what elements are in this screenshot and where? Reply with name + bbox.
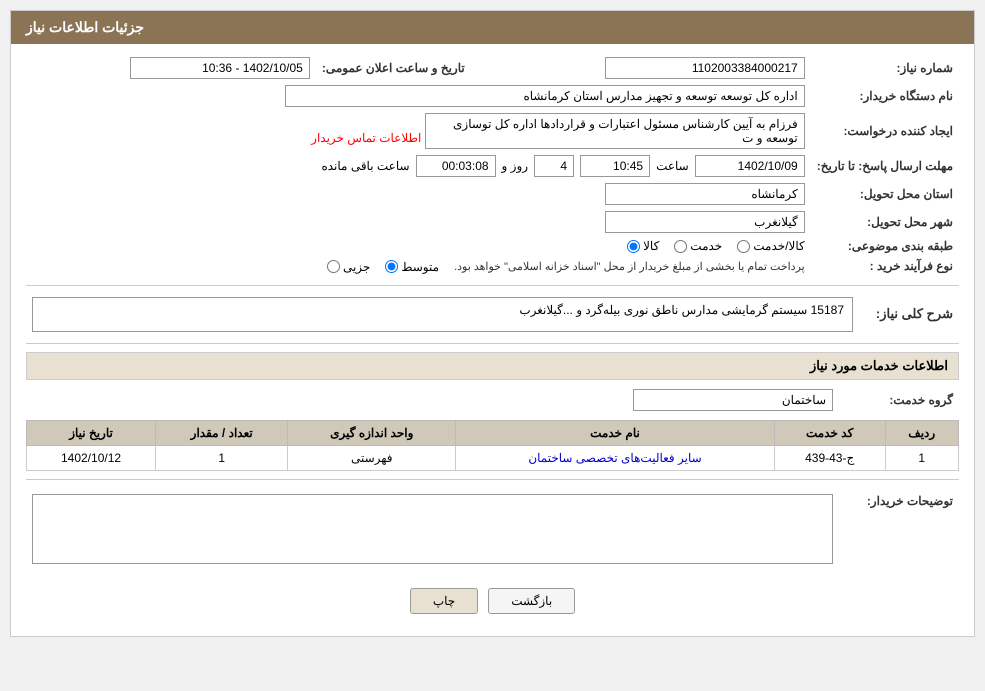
info-table: شماره نیاز: 1102003384000217 تاریخ و ساع…: [26, 54, 959, 277]
category-radio-khedmat[interactable]: خدمت: [674, 239, 722, 253]
creator-link[interactable]: اطلاعات تماس خریدار: [311, 131, 421, 145]
buyer-org-label: نام دستگاه خریدار:: [811, 82, 959, 110]
col-header-date: تاریخ نیاز: [27, 420, 156, 445]
city-label: شهر محل تحویل:: [811, 208, 959, 236]
main-container: جزئیات اطلاعات نیاز شماره نیاز: 11020033…: [10, 10, 975, 637]
response-time-label-static: ساعت: [656, 159, 689, 173]
response-days-field: 4: [534, 155, 574, 177]
need-number-value: 1102003384000217: [491, 54, 811, 82]
category-radio-kala[interactable]: کالا: [627, 239, 659, 253]
col-header-service-name: نام خدمت: [456, 420, 775, 445]
response-deadline-row: 1402/10/09 ساعت 10:45 4 روز و 00:03:08 س…: [26, 152, 811, 180]
table-cell-1: ج-43-439: [774, 445, 885, 470]
table-row: 1ج-43-439سایر فعالیت‌های تخصصی ساختمانفه…: [27, 445, 959, 470]
response-deadline-label: مهلت ارسال پاسخ: تا تاریخ:: [811, 152, 959, 180]
purchase-type-radio-medium-input[interactable]: [385, 260, 398, 273]
col-header-service-code: کد خدمت: [774, 420, 885, 445]
print-button[interactable]: چاپ: [410, 588, 478, 614]
service-group-field: ساختمان: [633, 389, 833, 411]
purchase-type-radio-medium[interactable]: متوسط: [385, 260, 439, 274]
need-description-label: شرح کلی نیاز:: [859, 294, 959, 335]
buyer-org-value: اداره کل توسعه توسعه و تجهیز مدارس استان…: [26, 82, 811, 110]
service-info-header: اطلاعات خدمات مورد نیاز: [26, 352, 959, 380]
section-divider-3: [26, 479, 959, 480]
services-table: ردیف کد خدمت نام خدمت واحد اندازه گیری ت…: [26, 420, 959, 471]
purchase-type-label-partial: جزیی: [343, 260, 370, 274]
buyer-notes-value: [26, 488, 839, 570]
need-number-field: 1102003384000217: [605, 57, 805, 79]
need-description-table: شرح کلی نیاز: 15187 سیستم گرمایشی مدارس …: [26, 294, 959, 335]
section-divider-1: [26, 285, 959, 286]
response-days-label: روز و: [502, 159, 529, 173]
response-time-field: 10:45: [580, 155, 650, 177]
table-cell-3: فهرستی: [288, 445, 456, 470]
category-options: کالا/خدمت خدمت کالا: [26, 236, 811, 256]
col-header-unit: واحد اندازه گیری: [288, 420, 456, 445]
page-content: شماره نیاز: 1102003384000217 تاریخ و ساع…: [11, 44, 974, 636]
service-group-value: ساختمان: [26, 386, 839, 414]
purchase-type-label: نوع فرآیند خرید :: [811, 256, 959, 277]
table-cell-0: 1: [885, 445, 958, 470]
category-radio-kala-khedmat-input[interactable]: [737, 240, 750, 253]
province-value: کرمانشاه: [26, 180, 811, 208]
category-label: طبقه بندی موضوعی:: [811, 236, 959, 256]
col-header-quantity: تعداد / مقدار: [156, 420, 288, 445]
province-field: کرمانشاه: [605, 183, 805, 205]
creator-value: فرزام به آیین کارشناس مسئول اعتبارات و ق…: [26, 110, 811, 152]
purchase-type-radio-partial-input[interactable]: [327, 260, 340, 273]
need-number-label: شماره نیاز:: [811, 54, 959, 82]
category-label-kala: کالا: [643, 239, 659, 253]
table-cell-4: 1: [156, 445, 288, 470]
purchase-type-note: پرداخت تمام یا بخشی از مبلغ خریدار از مح…: [454, 260, 805, 273]
back-button[interactable]: بازگشت: [488, 588, 575, 614]
need-description-value: 15187 سیستم گرمایشی مدارس ناطق نوری بیله…: [26, 294, 859, 335]
col-header-row: ردیف: [885, 420, 958, 445]
buyer-notes-textarea[interactable]: [32, 494, 833, 564]
section-divider-2: [26, 343, 959, 344]
service-group-label: گروه خدمت:: [839, 386, 959, 414]
city-field: گیلانغرب: [605, 211, 805, 233]
table-cell-2: سایر فعالیت‌های تخصصی ساختمان: [456, 445, 775, 470]
announcement-date-label: تاریخ و ساعت اعلان عمومی:: [316, 54, 471, 82]
category-radio-kala-input[interactable]: [627, 240, 640, 253]
creator-field: فرزام به آیین کارشناس مسئول اعتبارات و ق…: [425, 113, 805, 149]
category-label-kala-khedmat: کالا/خدمت: [753, 239, 804, 253]
category-label-khedmat: خدمت: [690, 239, 722, 253]
service-group-table: گروه خدمت: ساختمان: [26, 386, 959, 414]
city-value: گیلانغرب: [26, 208, 811, 236]
purchase-type-radio-partial[interactable]: جزیی: [327, 260, 370, 274]
creator-label: ایجاد کننده درخواست:: [811, 110, 959, 152]
province-label: استان محل تحویل:: [811, 180, 959, 208]
response-remaining-field: 00:03:08: [416, 155, 496, 177]
page-header: جزئیات اطلاعات نیاز: [11, 11, 974, 44]
response-date-field: 1402/10/09: [695, 155, 805, 177]
need-description-field: 15187 سیستم گرمایشی مدارس ناطق نوری بیله…: [32, 297, 853, 332]
buyer-notes-table: توضیحات خریدار:: [26, 488, 959, 570]
announcement-date-field: 1402/10/05 - 10:36: [130, 57, 310, 79]
purchase-type-row: پرداخت تمام یا بخشی از مبلغ خریدار از مح…: [26, 256, 811, 277]
purchase-type-label-medium: متوسط: [401, 260, 439, 274]
button-bar: بازگشت چاپ: [26, 576, 959, 626]
category-radio-kala-khedmat[interactable]: کالا/خدمت: [737, 239, 804, 253]
announcement-date-value: 1402/10/05 - 10:36: [26, 54, 316, 82]
response-remaining-label: ساعت باقی مانده: [321, 159, 409, 173]
buyer-org-field: اداره کل توسعه توسعه و تجهیز مدارس استان…: [285, 85, 805, 107]
table-cell-5: 1402/10/12: [27, 445, 156, 470]
buyer-notes-label: توضیحات خریدار:: [839, 488, 959, 570]
page-title: جزئیات اطلاعات نیاز: [26, 19, 144, 35]
category-radio-khedmat-input[interactable]: [674, 240, 687, 253]
